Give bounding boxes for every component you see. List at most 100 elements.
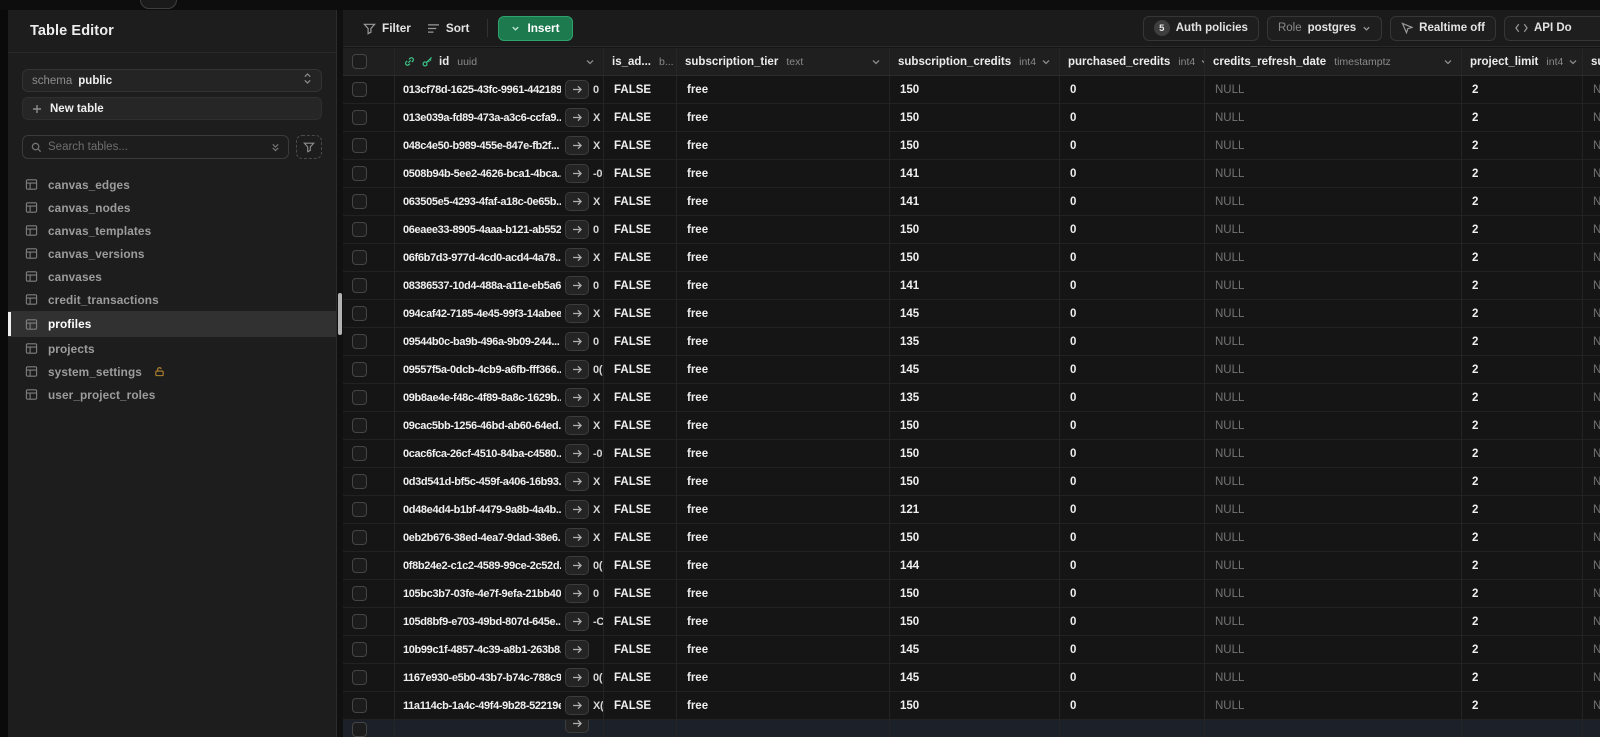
cell-project-limit[interactable]: 2 (1462, 188, 1583, 215)
cell-subscription-credits[interactable]: 141 (890, 188, 1060, 215)
cell-purchased-credits[interactable]: 0 (1060, 188, 1205, 215)
table-row[interactable]: 11a114cb-1a4c-49f4-9b28-52219ec... X( FA… (343, 692, 1600, 720)
cell-purchased-credits[interactable]: 0 (1060, 300, 1205, 327)
cell-credits-refresh-date[interactable]: NULL (1205, 496, 1462, 523)
cell-credits-refresh-date[interactable]: NULL (1205, 132, 1462, 159)
cell-clipped-last[interactable]: NU (1583, 328, 1600, 355)
vertical-scrollbar-thumb[interactable] (338, 293, 342, 335)
expand-row-button[interactable] (565, 500, 589, 519)
cell-clipped-last[interactable]: NU (1583, 160, 1600, 187)
cell-is-admin[interactable]: FALSE (604, 440, 677, 467)
cell-clipped-last[interactable]: NU (1583, 104, 1600, 131)
cell-subscription-tier[interactable]: free (677, 440, 890, 467)
row-checkbox[interactable] (352, 474, 367, 489)
cell-id[interactable]: 09557f5a-0dcb-4cb9-a6fb-fff366... 0( (395, 356, 604, 383)
cell-subscription-tier[interactable]: free (677, 552, 890, 579)
cell-purchased-credits[interactable]: 0 (1060, 636, 1205, 663)
cell-credits-refresh-date[interactable]: NULL (1205, 300, 1462, 327)
cell-subscription-credits[interactable]: 145 (890, 664, 1060, 691)
cell-clipped-last[interactable]: NU (1583, 440, 1600, 467)
cell-subscription-tier[interactable]: free (677, 356, 890, 383)
cell-credits-refresh-date[interactable]: NULL (1205, 328, 1462, 355)
cell-id[interactable]: 105bc3b7-03fe-4e7f-9efa-21bb40... 0 (395, 580, 604, 607)
cell-project-limit[interactable]: 2 (1462, 160, 1583, 187)
expand-row-button[interactable] (565, 584, 589, 603)
cell-subscription-tier[interactable]: free (677, 216, 890, 243)
cell-credits-refresh-date[interactable]: NULL (1205, 76, 1462, 103)
cell-purchased-credits[interactable]: 0 (1060, 552, 1205, 579)
cell-subscription-tier[interactable]: free (677, 608, 890, 635)
chevron-down-icon[interactable] (585, 57, 595, 67)
cell-is-admin[interactable]: FALSE (604, 412, 677, 439)
cell-project-limit[interactable]: 2 (1462, 692, 1583, 719)
cell-subscription-tier[interactable]: free (677, 132, 890, 159)
cell-purchased-credits[interactable]: 0 (1060, 664, 1205, 691)
expand-row-button[interactable] (565, 108, 589, 127)
cell-is-admin[interactable]: FALSE (604, 160, 677, 187)
row-checkbox[interactable] (352, 138, 367, 153)
expand-row-button[interactable] (565, 332, 589, 351)
cell-credits-refresh-date[interactable]: NULL (1205, 356, 1462, 383)
cell-subscription-tier[interactable]: free (677, 468, 890, 495)
cell-credits-refresh-date[interactable]: NULL (1205, 664, 1462, 691)
cell-id[interactable]: 09544b0c-ba9b-496a-9b09-244... 0 (395, 328, 604, 355)
cell-subscription-credits[interactable]: 150 (890, 216, 1060, 243)
table-row[interactable]: 09cac5bb-1256-46bd-ab60-64ed... X FALSE … (343, 412, 1600, 440)
cell-purchased-credits[interactable]: 0 (1060, 412, 1205, 439)
cell-project-limit[interactable]: 2 (1462, 300, 1583, 327)
cell-purchased-credits[interactable]: 0 (1060, 608, 1205, 635)
cell-clipped-last[interactable]: NU (1583, 272, 1600, 299)
cell-subscription-credits[interactable] (890, 720, 1060, 737)
cell-subscription-credits[interactable]: 141 (890, 160, 1060, 187)
cell-id[interactable]: 11a114cb-1a4c-49f4-9b28-52219ec... X( (395, 692, 604, 719)
cell-credits-refresh-date[interactable]: NULL (1205, 692, 1462, 719)
table-row[interactable]: 0508b94b-5ee2-4626-bca1-4bca... -0 FALSE… (343, 160, 1600, 188)
row-checkbox[interactable] (352, 670, 367, 685)
cell-id[interactable]: 0f8b24e2-c1c2-4589-99ce-2c52d... 0( (395, 552, 604, 579)
cell-credits-refresh-date[interactable]: NULL (1205, 524, 1462, 551)
column-header-purchased_credits[interactable]: purchased_credits int4 (1060, 48, 1205, 75)
row-checkbox[interactable] (352, 642, 367, 657)
cell-id[interactable]: 1167e930-e5b0-43b7-b74c-788c9... 0( (395, 664, 604, 691)
expand-row-button[interactable] (565, 388, 589, 407)
cell-subscription-tier[interactable]: free (677, 328, 890, 355)
column-header-id[interactable]: id uuid (395, 48, 604, 75)
cell-credits-refresh-date[interactable]: NULL (1205, 160, 1462, 187)
table-row[interactable]: 094caf42-7185-4e45-99f3-14abee... X FALS… (343, 300, 1600, 328)
row-checkbox[interactable] (352, 698, 367, 713)
cell-is-admin[interactable]: FALSE (604, 356, 677, 383)
cell-subscription-credits[interactable]: 150 (890, 580, 1060, 607)
select-all-checkbox[interactable] (352, 54, 367, 69)
table-row[interactable]: 0eb2b676-38ed-4ea7-9dad-38e6... X FALSE … (343, 524, 1600, 552)
cell-subscription-credits[interactable]: 150 (890, 132, 1060, 159)
cell-subscription-credits[interactable]: 121 (890, 496, 1060, 523)
cell-credits-refresh-date[interactable]: NULL (1205, 104, 1462, 131)
expand-row-button[interactable] (565, 248, 589, 267)
expand-row-button[interactable] (565, 556, 589, 575)
cell-project-limit[interactable]: 2 (1462, 244, 1583, 271)
expand-row-button[interactable] (565, 220, 589, 239)
cell-is-admin[interactable]: FALSE (604, 300, 677, 327)
cell-is-admin[interactable]: FALSE (604, 104, 677, 131)
expand-row-button[interactable] (565, 164, 589, 183)
insert-button[interactable]: Insert (498, 15, 573, 41)
cell-subscription-credits[interactable]: 135 (890, 328, 1060, 355)
expand-row-button[interactable] (565, 528, 589, 547)
cell-credits-refresh-date[interactable]: NULL (1205, 244, 1462, 271)
cell-is-admin[interactable]: FALSE (604, 188, 677, 215)
chevrons-down-icon[interactable] (271, 141, 280, 153)
cell-credits-refresh-date[interactable]: NULL (1205, 384, 1462, 411)
sidebar-item-projects[interactable]: projects (8, 337, 336, 360)
cell-id[interactable]: 08386537-10d4-488a-a11e-eb5a6... 0 (395, 272, 604, 299)
cell-project-limit[interactable]: 2 (1462, 356, 1583, 383)
cell-subscription-credits[interactable]: 150 (890, 524, 1060, 551)
cell-is-admin[interactable]: FALSE (604, 608, 677, 635)
new-table-button[interactable]: New table (22, 97, 322, 120)
table-row[interactable]: 09544b0c-ba9b-496a-9b09-244... 0 FALSE f… (343, 328, 1600, 356)
cell-clipped-last[interactable] (1583, 720, 1600, 737)
cell-id[interactable]: 0d3d541d-bf5c-459f-a406-16b93... X (395, 468, 604, 495)
api-docs-button[interactable]: API Do (1504, 15, 1600, 41)
cell-id[interactable]: 013e039a-fd89-473a-a3c6-ccfa9... X (395, 104, 604, 131)
row-checkbox[interactable] (352, 586, 367, 601)
cell-is-admin[interactable]: FALSE (604, 692, 677, 719)
